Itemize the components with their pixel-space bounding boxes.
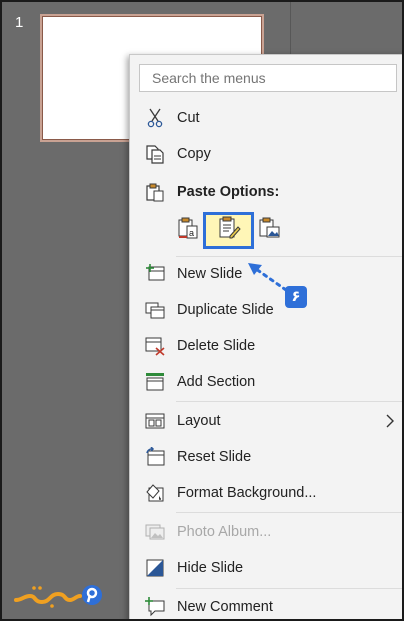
copy-icon: [144, 144, 166, 164]
paste-picture-icon: [257, 216, 281, 245]
menu-item-photo-album: Photo Album...: [131, 515, 402, 549]
format-background-icon: [144, 483, 166, 503]
menu-item-label: Reset Slide: [177, 449, 252, 465]
duplicate-slide-icon: [144, 300, 166, 320]
menu-item-cut[interactable]: Cut: [131, 101, 402, 135]
menu-item-layout[interactable]: Layout: [131, 404, 402, 438]
add-section-icon: [144, 372, 166, 392]
menu-item-reset-slide[interactable]: Reset Slide: [131, 440, 402, 474]
menu-item-label: Copy: [177, 146, 211, 162]
new-comment-icon: [144, 597, 166, 617]
scissors-icon: [144, 108, 166, 128]
new-slide-icon: [144, 264, 166, 284]
menu-item-label: Add Section: [177, 374, 256, 390]
context-menu: Cut Copy Paste Options: a: [129, 54, 402, 619]
search-menus-input[interactable]: [139, 64, 397, 92]
paste-keep-source-icon: [216, 215, 242, 246]
menu-item-delete-slide[interactable]: Delete Slide: [131, 329, 402, 363]
menu-item-label: New Slide: [177, 266, 243, 282]
menu-item-add-section[interactable]: Add Section: [131, 365, 402, 399]
photo-album-icon: [144, 522, 166, 542]
menu-item-hide-slide[interactable]: Hide Slide: [131, 551, 402, 585]
menu-item-format-background[interactable]: Format Background...: [131, 476, 402, 510]
delete-slide-icon: [144, 336, 166, 356]
layout-icon: [144, 411, 166, 431]
menu-item-label: Format Background...: [177, 485, 317, 501]
slide-number: 1: [15, 14, 24, 31]
step-badge: ۶: [285, 286, 307, 308]
watermark-logo: [14, 585, 102, 608]
menu-item-label: New Comment: [177, 599, 273, 615]
app-window: 1 Cut Copy Paste Options: a: [0, 0, 404, 621]
svg-text:a: a: [189, 228, 194, 238]
menu-item-label: Layout: [177, 413, 221, 429]
menu-item-paste-options: Paste Options:: [131, 175, 402, 209]
hide-slide-icon: [144, 558, 166, 578]
menu-item-label: Photo Album...: [177, 524, 272, 540]
reset-slide-icon: [144, 447, 166, 467]
paste-icon: [144, 182, 166, 202]
menu-item-label: Hide Slide: [177, 560, 244, 576]
menu-item-copy[interactable]: Copy: [131, 137, 402, 171]
paste-keep-source-button[interactable]: [203, 212, 254, 249]
menu-item-label: Paste Options:: [177, 184, 280, 200]
menu-item-new-comment[interactable]: New Comment: [131, 590, 402, 619]
menu-separator: [176, 588, 402, 589]
paste-destination-theme-button[interactable]: a: [172, 214, 204, 246]
menu-separator: [176, 512, 402, 513]
paste-destination-theme-icon: a: [176, 216, 200, 245]
chevron-right-icon: [383, 413, 397, 429]
menu-item-label: Delete Slide: [177, 338, 256, 354]
menu-item-label: Cut: [177, 110, 200, 126]
paste-picture-button[interactable]: [253, 214, 285, 246]
menu-separator: [176, 401, 402, 402]
